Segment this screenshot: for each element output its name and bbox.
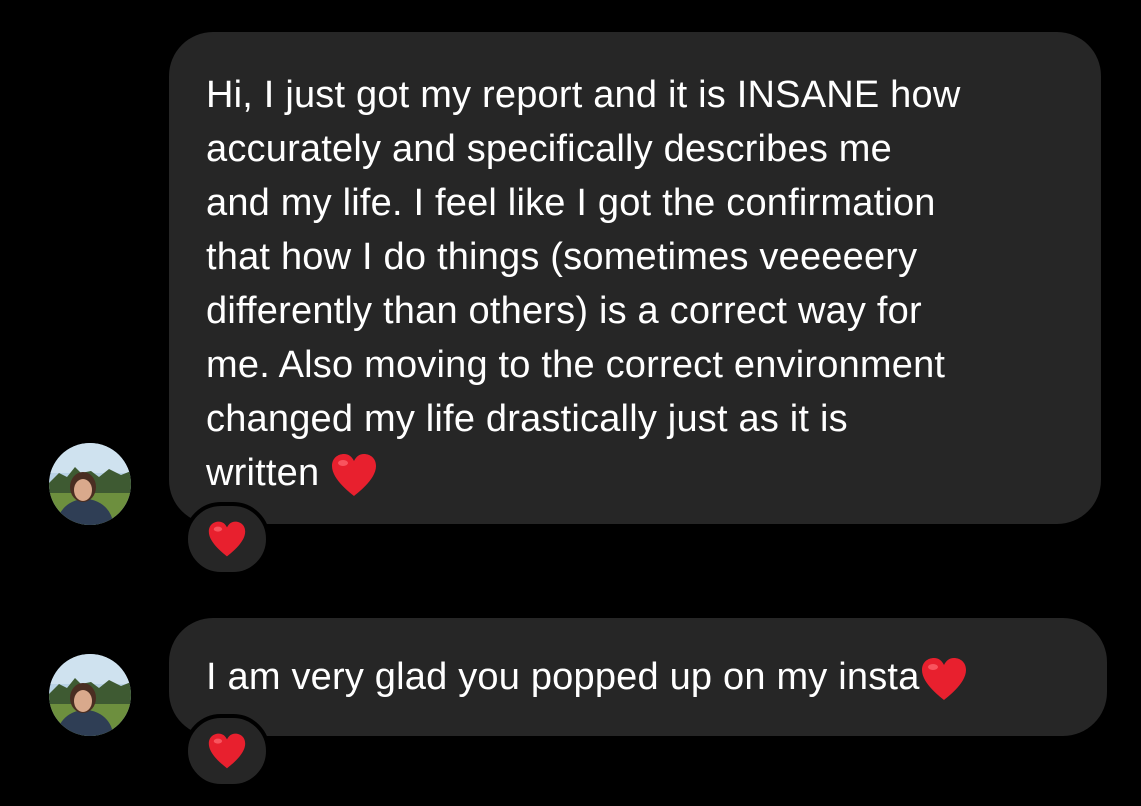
avatar-photo-icon: [49, 654, 131, 736]
heart-reaction-icon: [207, 732, 247, 770]
sender-avatar[interactable]: [49, 443, 131, 525]
message-line: that how I do things (sometimes veeeeery: [206, 236, 918, 278]
avatar-photo-icon: [49, 443, 131, 525]
message-line: Hi, I just got my report and it is INSAN…: [206, 74, 961, 116]
message-line: written: [206, 452, 320, 494]
heart-emoji-icon: [920, 656, 968, 702]
message-line: me. Also moving to the correct environme…: [206, 344, 946, 386]
message-line: differently than others) is a correct wa…: [206, 290, 922, 332]
message-line: and my life. I feel like I got the confi…: [206, 182, 936, 224]
heart-emoji-icon: [330, 452, 378, 498]
heart-reaction-icon: [207, 520, 247, 558]
message-line: accurately and specifically describes me: [206, 128, 892, 170]
reaction-badge[interactable]: [184, 502, 270, 576]
reaction-badge[interactable]: [184, 714, 270, 788]
message-bubble[interactable]: Hi, I just got my report and it is INSAN…: [169, 32, 1101, 524]
message-line: changed my life drastically just as it i…: [206, 398, 848, 440]
message-text: Hi, I just got my report and it is INSAN…: [206, 68, 1071, 500]
message-bubble[interactable]: I am very glad you popped up on my insta: [169, 618, 1107, 736]
sender-avatar[interactable]: [49, 654, 131, 736]
message-line: I am very glad you popped up on my insta: [206, 656, 920, 698]
message-thread: Hi, I just got my report and it is INSAN…: [0, 0, 1141, 806]
message-text: I am very glad you popped up on my insta: [206, 650, 1077, 704]
